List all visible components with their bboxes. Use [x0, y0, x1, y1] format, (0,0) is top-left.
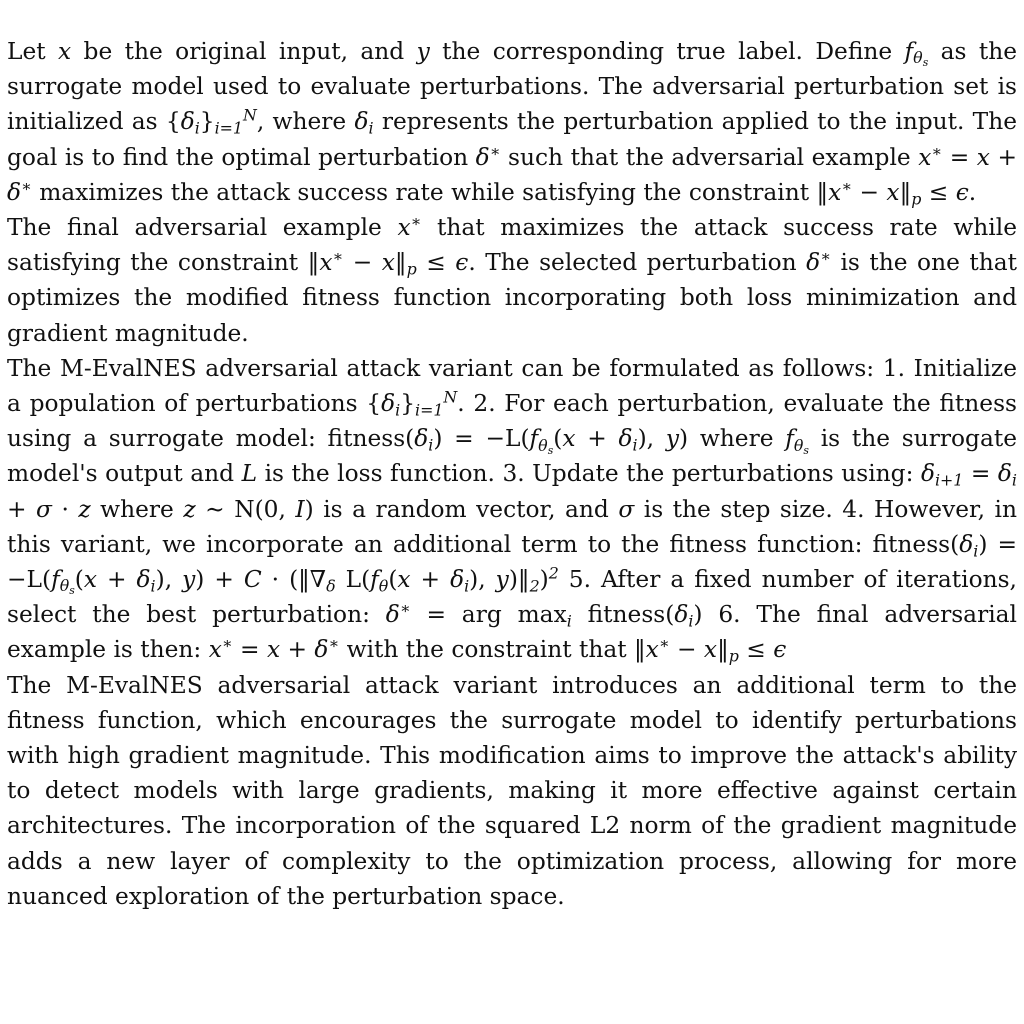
paragraph-4: The M-EvalNES adversarial attack variant…: [7, 668, 1017, 914]
paragraph-1: Let x be the original input, and y the c…: [7, 34, 1017, 210]
paragraph-2: The final adversarial example x∗ that ma…: [7, 210, 1017, 351]
document-body: Let x be the original input, and y the c…: [7, 34, 1017, 914]
paragraph-4-text: The M-EvalNES adversarial attack variant…: [7, 671, 1017, 910]
paragraph-3: The M-EvalNES adversarial attack variant…: [7, 351, 1017, 668]
paragraph-3-text: The M-EvalNES adversarial attack variant…: [7, 354, 1017, 666]
paragraph-2-text: The final adversarial example x∗ that ma…: [7, 211, 1017, 347]
paragraph-1-text: Let x be the original input, and y the c…: [7, 38, 1017, 209]
